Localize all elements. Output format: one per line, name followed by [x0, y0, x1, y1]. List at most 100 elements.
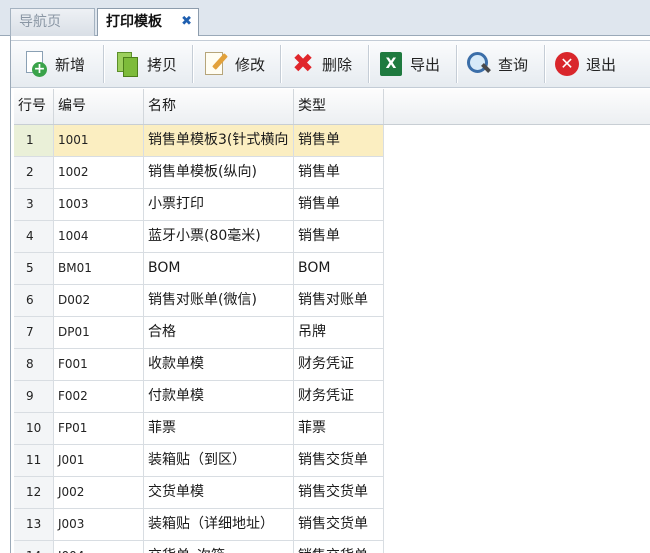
type-cell[interactable]: 销售交货单 — [294, 477, 384, 509]
new-button-label: 新增 — [55, 55, 86, 74]
table-row[interactable]: 14J004交货单_次箱销售交货单 — [14, 541, 384, 553]
edit-button-label: 修改 — [235, 55, 266, 74]
column-header-row-number[interactable]: 行号 — [14, 89, 54, 124]
type-cell[interactable]: 菲票 — [294, 413, 384, 445]
table-row[interactable]: 3 1003 小票打印 销售单 — [14, 189, 384, 221]
row-number-cell[interactable]: 12 — [14, 477, 54, 509]
table-row[interactable]: 13 J003 装箱贴（详细地址） 销售交货单 — [14, 509, 384, 541]
name-cell[interactable]: 销售对账单(微信) — [144, 285, 294, 317]
grid-header: 行号 编号 名称 类型 — [14, 89, 650, 125]
table-row[interactable]: 10 FP01 菲票 菲票 — [14, 413, 384, 445]
copy-button-label: 拷贝 — [147, 55, 178, 74]
code-cell[interactable]: 1002 — [54, 157, 144, 189]
row-number-cell[interactable]: 1 — [14, 125, 54, 157]
type-cell[interactable]: 销售交货单 — [294, 509, 384, 541]
name-cell[interactable]: 交货单_次箱 — [144, 541, 294, 553]
code-cell[interactable]: FP01 — [54, 413, 144, 445]
code-cell[interactable]: DP01 — [54, 317, 144, 349]
row-number-cell[interactable]: 10 — [14, 413, 54, 445]
content-panel: + 新增 拷贝 修改 ✖ 删除 X 导出 查询 ✕ 退出 行号 编号 名称 类型… — [10, 36, 650, 553]
toolbar-separator — [544, 45, 546, 83]
code-cell[interactable]: F002 — [54, 381, 144, 413]
type-cell[interactable]: 销售单 — [294, 125, 384, 157]
delete-icon: ✖ — [292, 49, 314, 79]
name-cell[interactable]: BOM — [144, 253, 294, 285]
type-cell[interactable]: BOM — [294, 253, 384, 285]
table-row[interactable]: 4 1004 蓝牙小票(80毫米) 销售单 — [14, 221, 384, 253]
query-button-label: 查询 — [498, 55, 529, 74]
name-cell[interactable]: 菲票 — [144, 413, 294, 445]
type-cell[interactable]: 财务凭证 — [294, 381, 384, 413]
type-cell[interactable]: 吊牌 — [294, 317, 384, 349]
row-number-cell[interactable]: 4 — [14, 221, 54, 253]
query-button[interactable]: 查询 — [466, 47, 528, 81]
name-cell[interactable]: 小票打印 — [144, 189, 294, 221]
edit-button[interactable]: 修改 — [203, 47, 265, 81]
code-cell[interactable]: F001 — [54, 349, 144, 381]
table-row[interactable]: 2 1002 销售单模板(纵向) 销售单 — [14, 157, 384, 189]
tab-print-templates[interactable]: 打印模板 ✖ — [97, 8, 199, 37]
name-cell[interactable]: 蓝牙小票(80毫米) — [144, 221, 294, 253]
name-cell[interactable]: 付款单模 — [144, 381, 294, 413]
code-cell[interactable]: J002 — [54, 477, 144, 509]
table-row[interactable]: 5 BM01 BOM BOM — [14, 253, 384, 285]
table-row[interactable]: 7 DP01 合格 吊牌 — [14, 317, 384, 349]
tab-bar: 导航页 打印模板 ✖ — [0, 0, 650, 37]
export-button[interactable]: X 导出 — [378, 47, 440, 81]
code-cell[interactable]: J003 — [54, 509, 144, 541]
row-number-cell[interactable]: 11 — [14, 445, 54, 477]
copy-button[interactable]: 拷贝 — [115, 47, 177, 81]
type-cell[interactable]: 财务凭证 — [294, 349, 384, 381]
row-number-cell[interactable]: 9 — [14, 381, 54, 413]
table-row[interactable]: 1 1001 销售单模板3(针式横向 销售单 — [14, 125, 384, 157]
code-cell[interactable]: J001 — [54, 445, 144, 477]
name-cell[interactable]: 装箱贴（详细地址） — [144, 509, 294, 541]
code-cell[interactable]: 1003 — [54, 189, 144, 221]
column-header-code[interactable]: 编号 — [54, 89, 144, 124]
new-button[interactable]: + 新增 — [23, 47, 85, 81]
code-cell[interactable]: 1001 — [54, 125, 144, 157]
edit-icon — [203, 51, 229, 77]
name-cell[interactable]: 交货单模 — [144, 477, 294, 509]
table-row[interactable]: 11 J001 装箱贴（到区） 销售交货单 — [14, 445, 384, 477]
tab-navigation[interactable]: 导航页 — [10, 8, 95, 36]
code-cell[interactable]: J004 — [54, 541, 144, 553]
type-cell[interactable]: 销售交货单 — [294, 445, 384, 477]
row-number-cell[interactable]: 7 — [14, 317, 54, 349]
column-header-type[interactable]: 类型 — [294, 89, 384, 124]
delete-button[interactable]: ✖ 删除 — [290, 47, 352, 81]
row-number-cell[interactable]: 6 — [14, 285, 54, 317]
name-cell[interactable]: 销售单模板(纵向) — [144, 157, 294, 189]
type-cell[interactable]: 销售单 — [294, 157, 384, 189]
row-number-cell[interactable]: 2 — [14, 157, 54, 189]
table-row[interactable]: 9 F002 付款单模 财务凭证 — [14, 381, 384, 413]
code-cell[interactable]: 1004 — [54, 221, 144, 253]
type-cell[interactable]: 销售交货单 — [294, 541, 384, 553]
exit-button-label: 退出 — [586, 55, 617, 74]
table-row[interactable]: 8 F001 收款单模 财务凭证 — [14, 349, 384, 381]
add-document-icon: + — [23, 51, 49, 77]
code-cell[interactable]: BM01 — [54, 253, 144, 285]
name-cell[interactable]: 销售单模板3(针式横向 — [144, 125, 294, 157]
code-cell[interactable]: D002 — [54, 285, 144, 317]
name-cell[interactable]: 收款单模 — [144, 349, 294, 381]
exit-icon: ✕ — [554, 51, 580, 77]
row-number-cell[interactable]: 3 — [14, 189, 54, 221]
row-number-cell[interactable]: 13 — [14, 509, 54, 541]
close-icon[interactable]: ✖ — [181, 9, 192, 35]
type-cell[interactable]: 销售对账单 — [294, 285, 384, 317]
table-row[interactable]: 6 D002 销售对账单(微信) 销售对账单 — [14, 285, 384, 317]
toolbar-separator — [192, 45, 194, 83]
name-cell[interactable]: 装箱贴（到区） — [144, 445, 294, 477]
column-header-name[interactable]: 名称 — [144, 89, 294, 124]
name-cell[interactable]: 合格 — [144, 317, 294, 349]
row-number-cell[interactable]: 5 — [14, 253, 54, 285]
search-icon — [466, 51, 492, 77]
row-number-cell[interactable]: 8 — [14, 349, 54, 381]
type-cell[interactable]: 销售单 — [294, 221, 384, 253]
row-number-cell[interactable]: 14 — [14, 541, 54, 553]
type-cell[interactable]: 销售单 — [294, 189, 384, 221]
tab-navigation-label: 导航页 — [19, 14, 61, 30]
exit-button[interactable]: ✕ 退出 — [554, 47, 616, 81]
table-row[interactable]: 12 J002 交货单模 销售交货单 — [14, 477, 384, 509]
